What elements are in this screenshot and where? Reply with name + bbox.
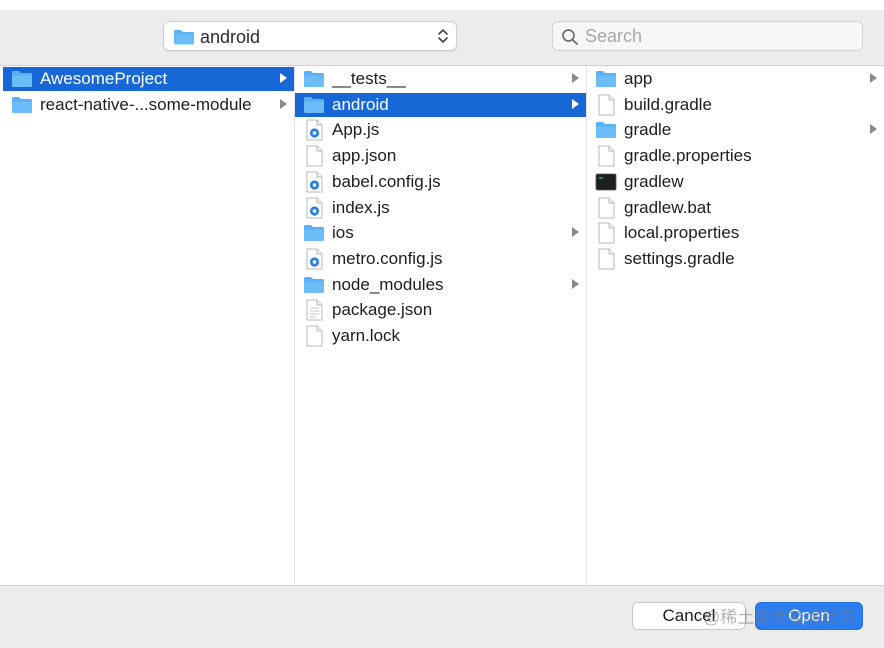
item-name: App.js (332, 120, 380, 140)
js-file-icon (303, 119, 325, 141)
folder-icon (303, 95, 325, 115)
column-1: AwesomeProject react-native-...some-modul… (3, 66, 295, 585)
search-icon (562, 29, 578, 45)
chevron-right-icon (572, 98, 579, 109)
open-button[interactable]: Open (755, 602, 863, 630)
item-name: AwesomeProject (40, 69, 168, 88)
item-name: android (332, 94, 389, 114)
chevron-right-icon (280, 98, 287, 109)
chevron-right-icon (870, 124, 877, 135)
folder-row[interactable]: node_modules (295, 273, 586, 297)
text-file-icon (303, 299, 325, 321)
item-name: node_modules (332, 274, 444, 294)
file-row[interactable]: settings.gradle (587, 247, 884, 271)
dialog-toolbar: android (0, 10, 884, 66)
file-row[interactable]: App.js (295, 118, 586, 142)
file-row[interactable]: gradlew (587, 170, 884, 194)
file-row[interactable]: gradle.properties (587, 144, 884, 168)
js-file-icon (303, 197, 325, 218)
js-file-icon (303, 248, 325, 270)
file-row[interactable]: package.json (295, 298, 586, 322)
item-name: react-native-...some-module (40, 94, 252, 114)
document-icon (595, 145, 617, 167)
file-row[interactable]: metro.config.js (295, 247, 586, 271)
folder-icon (11, 69, 33, 89)
file-row[interactable]: build.gradle (587, 93, 884, 117)
column-2: __tests__android App.js app.json babel.conf… (295, 66, 587, 585)
up-down-chevron-icon (438, 29, 448, 43)
folder-icon (595, 120, 617, 140)
file-row[interactable]: gradlew.bat (587, 196, 884, 220)
chevron-right-icon (280, 73, 287, 83)
folder-icon (303, 275, 325, 295)
item-name: gradle.properties (624, 146, 752, 166)
chevron-right-icon (572, 73, 579, 83)
folder-icon (595, 69, 617, 89)
chevron-right-icon (572, 278, 579, 289)
search-field[interactable] (552, 21, 863, 51)
folder-icon (174, 30, 194, 45)
folder-row[interactable]: android (295, 92, 586, 117)
document-icon (303, 145, 325, 167)
item-name: ios (332, 223, 354, 243)
item-name: settings.gradle (624, 248, 735, 268)
file-row[interactable]: yarn.lock (295, 324, 586, 348)
folder-icon (11, 95, 33, 115)
item-name: gradlew.bat (624, 197, 711, 217)
file-row[interactable]: index.js (295, 196, 586, 220)
dialog-footer: Cancel Open @稀土掘金技术社区 (0, 585, 884, 648)
item-name: __tests__ (332, 69, 406, 88)
folder-icon (303, 223, 325, 243)
item-name: gradlew (624, 171, 684, 191)
location-popup-button[interactable]: android (163, 21, 457, 51)
item-name: babel.config.js (332, 171, 441, 191)
folder-row[interactable]: app (587, 67, 884, 91)
item-name: app.json (332, 146, 397, 166)
document-icon (595, 197, 617, 218)
item-name: local.properties (624, 223, 740, 243)
column-3: app build.gradle gradle gradle.properties gr… (587, 66, 884, 585)
chevron-right-icon (870, 73, 877, 83)
folder-row[interactable]: ios (295, 221, 586, 245)
folder-row[interactable]: AwesomeProject (3, 67, 294, 91)
item-name: package.json (332, 300, 433, 320)
file-row[interactable]: local.properties (587, 221, 884, 245)
open-file-dialog: android AwesomeProject react-native-...so… (0, 0, 884, 648)
document-icon (595, 248, 617, 270)
terminal-icon (595, 172, 617, 192)
folder-row[interactable]: gradle (587, 118, 884, 142)
js-file-icon (303, 171, 325, 193)
folder-row[interactable]: react-native-...some-module (3, 93, 294, 117)
item-name: index.js (332, 197, 390, 217)
folder-icon (303, 69, 325, 89)
item-name: metro.config.js (332, 248, 443, 268)
document-icon (303, 325, 325, 347)
folder-row[interactable]: __tests__ (295, 67, 586, 91)
item-name: yarn.lock (332, 326, 401, 345)
item-name: gradle (624, 120, 672, 140)
location-label: android (200, 27, 261, 47)
search-input[interactable] (585, 25, 855, 47)
cancel-button[interactable]: Cancel (632, 602, 746, 630)
item-name: app (624, 69, 653, 88)
file-row[interactable]: app.json (295, 144, 586, 168)
column-browser: AwesomeProject react-native-...some-modul… (0, 66, 884, 585)
document-icon (595, 94, 617, 116)
chevron-right-icon (572, 227, 579, 238)
document-icon (595, 222, 617, 244)
item-name: build.gradle (624, 94, 712, 114)
file-row[interactable]: babel.config.js (295, 170, 586, 194)
